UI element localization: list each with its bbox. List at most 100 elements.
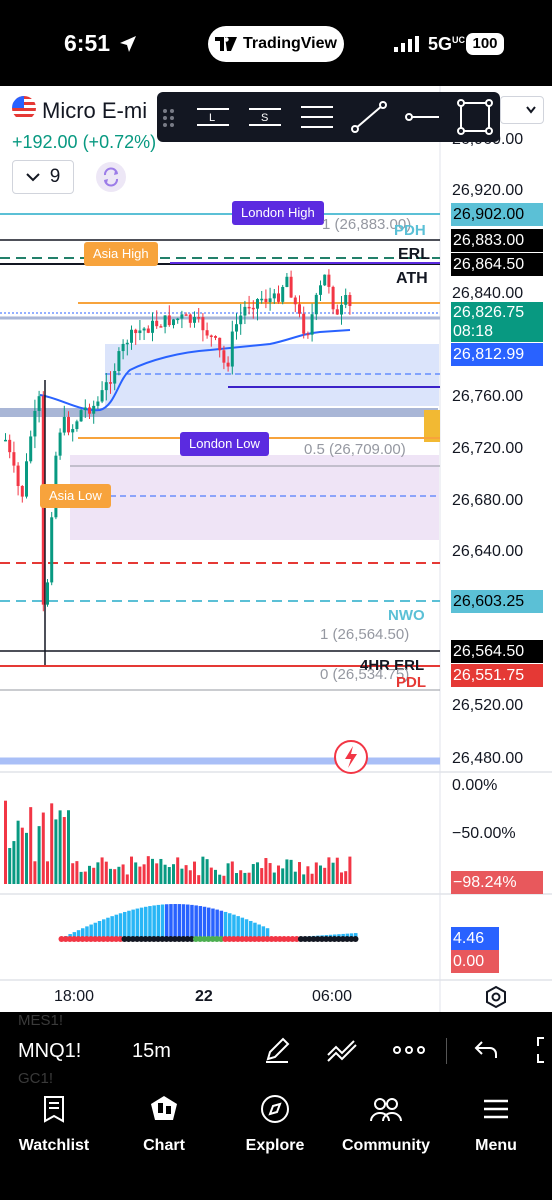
asia-low-tag[interactable]: Asia Low	[40, 484, 111, 508]
price-tick: 26,720.00	[452, 440, 524, 457]
candle	[176, 317, 180, 324]
london-low-tag[interactable]: London Low	[180, 432, 269, 456]
osc-bar	[215, 909, 219, 938]
volume-bar	[260, 868, 264, 884]
horizontal-line-l-icon[interactable]: L	[193, 97, 233, 137]
osc-bar	[144, 906, 148, 938]
chevron-down-icon	[526, 106, 536, 114]
volume-tick: −50.00%	[452, 825, 516, 842]
pen-icon[interactable]	[262, 1035, 292, 1065]
indicators-icon[interactable]	[324, 1035, 360, 1065]
tab-watchlist[interactable]: Watchlist	[4, 1094, 104, 1155]
drag-handle-icon[interactable]	[159, 97, 179, 137]
osc-bar	[249, 920, 253, 938]
candle	[327, 269, 331, 294]
range-box-purple[interactable]	[70, 455, 439, 540]
volume-bar	[92, 867, 96, 884]
drawing-toolbar[interactable]: L S	[157, 92, 500, 142]
volume-bar	[289, 859, 293, 884]
volume-bar	[188, 870, 192, 884]
osc-bar	[223, 911, 228, 938]
volume-bar	[247, 872, 251, 884]
osc-bar	[135, 908, 140, 938]
header-dropdown[interactable]	[500, 96, 544, 124]
candle	[272, 289, 276, 304]
volume-bar	[327, 857, 331, 884]
interval-selector[interactable]: 9	[12, 160, 74, 194]
osc-bar	[198, 906, 203, 938]
volume-bar	[8, 848, 12, 884]
london-high-tag[interactable]: London High	[232, 201, 324, 225]
osc-bar	[93, 922, 98, 938]
osc-bar	[152, 905, 156, 938]
candle	[4, 433, 7, 442]
time-tick: 06:00	[312, 988, 353, 1005]
refresh-button[interactable]	[96, 162, 126, 192]
price-tick: 26,680.00	[452, 492, 524, 509]
osc-bar	[97, 921, 102, 938]
volume-bar	[226, 863, 230, 884]
trend-line-icon[interactable]	[349, 97, 389, 137]
candle	[138, 319, 142, 341]
volume-bar	[285, 859, 289, 884]
candle	[188, 313, 192, 328]
candle	[247, 295, 251, 315]
horizontal-ray-icon[interactable]	[403, 97, 443, 137]
volume-bar	[180, 868, 184, 884]
osc-bar	[118, 913, 123, 938]
candle	[29, 430, 33, 464]
symbol-button[interactable]: MNQ1!	[18, 1040, 81, 1063]
symbol-title[interactable]: Micro E-mi	[42, 98, 147, 124]
horizontal-line-s-icon[interactable]: S	[245, 97, 285, 137]
osc-bar	[244, 919, 249, 938]
tab-chart[interactable]: Chart	[114, 1094, 214, 1155]
volume-bar	[344, 871, 348, 884]
volume-bar	[239, 870, 243, 884]
candle	[12, 441, 16, 473]
fullscreen-icon[interactable]	[532, 1036, 552, 1064]
volume-bar	[251, 864, 255, 884]
volume-bar	[88, 865, 91, 884]
volume-bar	[335, 857, 339, 884]
candle	[92, 400, 96, 424]
volume-bar	[54, 819, 58, 884]
osc-bar	[240, 917, 245, 938]
candle	[71, 424, 75, 442]
candle	[214, 335, 217, 341]
candle	[134, 328, 138, 345]
volume-bar	[67, 810, 70, 884]
volume-bar	[293, 871, 297, 884]
asia-high-tag[interactable]: Asia High	[84, 242, 158, 266]
osc-bar	[232, 914, 236, 938]
osc-bar	[181, 904, 186, 938]
tab-explore[interactable]: Explore	[225, 1094, 325, 1155]
tab-menu[interactable]: Menu	[446, 1094, 546, 1155]
multi-lines-icon[interactable]	[297, 97, 337, 137]
candle	[319, 280, 322, 302]
fvg-box-blue[interactable]	[105, 344, 439, 406]
volume-bar	[268, 863, 272, 884]
candle	[172, 318, 175, 329]
volume-bar	[184, 865, 188, 884]
volume-bar	[310, 873, 314, 884]
candle	[50, 511, 54, 586]
candle	[46, 579, 49, 607]
timeframe-button[interactable]: 15m	[132, 1040, 171, 1063]
volume-bar	[83, 871, 87, 884]
rectangle-icon[interactable]	[455, 97, 495, 137]
tab-community[interactable]: Community	[336, 1094, 436, 1155]
settings-hex-icon[interactable]	[484, 985, 508, 1009]
candle	[298, 295, 301, 318]
osc-bar	[165, 904, 169, 938]
refresh-icon	[104, 167, 118, 187]
more-icon[interactable]	[392, 1040, 426, 1060]
volume-bar	[125, 874, 129, 884]
undo-icon[interactable]	[472, 1036, 500, 1064]
alert-button[interactable]	[334, 740, 368, 774]
ath-label: ATH	[396, 270, 428, 287]
zone-band[interactable]	[0, 408, 438, 417]
time-tick: 18:00	[54, 988, 95, 1005]
volume-bar	[272, 872, 276, 884]
candle	[268, 287, 272, 311]
price-label-current: 26,826.75 08:18	[451, 302, 543, 342]
